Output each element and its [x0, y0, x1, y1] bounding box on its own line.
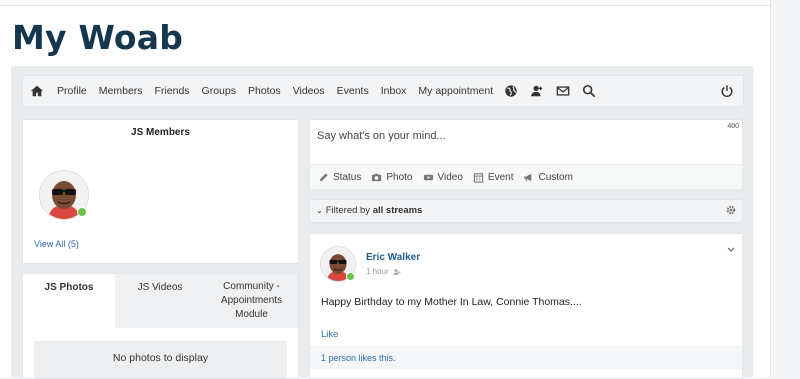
mail-icon[interactable] — [555, 83, 571, 99]
power-icon[interactable] — [719, 83, 735, 99]
like-button[interactable]: Like — [321, 329, 338, 340]
user-add-icon[interactable] — [529, 83, 545, 99]
status-composer: Say what's on your mind... 400 Status Ph… — [309, 119, 743, 189]
camera-icon — [372, 173, 382, 181]
likes-count-link[interactable]: 1 person likes this. — [321, 353, 396, 363]
composer-actions: Status Photo Video Event Custom — [310, 164, 742, 189]
nav-friends[interactable]: Friends — [155, 85, 190, 97]
view-all-members-link[interactable]: View All (5) — [34, 239, 79, 249]
likes-summary: 1 person likes this. — [310, 346, 742, 369]
media-tabs-module: JS Photos JS Videos Community - Appointm… — [22, 273, 299, 379]
members-title: JS Members — [131, 127, 190, 138]
nav-members[interactable]: Members — [99, 85, 143, 97]
member-avatar[interactable] — [39, 170, 89, 220]
char-counter: 400 — [727, 123, 739, 130]
online-indicator — [77, 207, 87, 217]
custom-tab-label: Custom — [538, 171, 573, 183]
post-time: 1 hour — [366, 267, 389, 276]
online-indicator — [346, 272, 355, 281]
post-author-name[interactable]: Eric Walker — [366, 252, 420, 263]
privacy-icon — [393, 268, 401, 275]
video-tab[interactable]: Video — [423, 172, 463, 183]
pencil-icon — [319, 172, 328, 181]
status-tab[interactable]: Status — [318, 172, 361, 183]
filter-toggle[interactable]: ⌄ Filtered by all streams — [316, 205, 422, 216]
gear-icon[interactable] — [725, 204, 737, 216]
filter-value: all streams — [372, 205, 423, 216]
tab-js-photos[interactable]: JS Photos — [23, 274, 115, 328]
top-border — [0, 0, 770, 6]
nav-inbox[interactable]: Inbox — [381, 85, 407, 97]
nav-profile[interactable]: Profile — [57, 85, 87, 97]
post-timestamp: 1 hour — [366, 267, 401, 276]
page: My Woab Profile Members Friends Groups P… — [0, 0, 771, 379]
tab-js-videos[interactable]: JS Videos — [115, 274, 205, 328]
chevron-down-icon: ⌄ — [316, 206, 323, 215]
tab-appointments-module[interactable]: Community - Appointments Module — [205, 274, 298, 328]
status-input[interactable]: Say what's on your mind... — [317, 130, 446, 142]
empty-photos-message: No photos to display — [34, 341, 287, 378]
nav-groups[interactable]: Groups — [202, 85, 236, 97]
globe-icon[interactable] — [503, 83, 519, 99]
nav-my-appointment[interactable]: My appointment — [418, 85, 493, 97]
nav-photos[interactable]: Photos — [248, 85, 281, 97]
photo-tab[interactable]: Photo — [371, 171, 413, 183]
stream-post: Eric Walker 1 hour Happy Birthday to my … — [309, 233, 743, 379]
event-tab-label: Event — [487, 171, 514, 183]
photo-tab-label: Photo — [386, 171, 413, 183]
event-tab[interactable]: Event — [473, 171, 514, 183]
site-title[interactable]: My Woab — [12, 18, 183, 57]
search-icon[interactable] — [581, 83, 597, 99]
post-author-avatar[interactable] — [320, 246, 356, 282]
calendar-icon — [473, 172, 484, 183]
post-options-chevron-icon[interactable] — [726, 244, 736, 254]
community-wrapper: Profile Members Friends Groups Photos Vi… — [11, 66, 753, 379]
navbar: Profile Members Friends Groups Photos Vi… — [22, 75, 744, 107]
filter-prefix: Filtered by — [325, 205, 373, 216]
nav-videos[interactable]: Videos — [293, 85, 325, 97]
status-tab-label: Status — [333, 171, 362, 183]
post-content: Happy Birthday to my Mother In Law, Conn… — [321, 296, 582, 308]
video-icon — [423, 174, 433, 180]
members-module: JS Members View All (5) — [22, 119, 299, 264]
megaphone-icon — [524, 173, 532, 181]
custom-tab[interactable]: Custom — [523, 171, 573, 183]
stream-filter: ⌄ Filtered by all streams — [309, 199, 743, 223]
video-tab-label: Video — [437, 171, 463, 183]
home-icon[interactable] — [29, 83, 45, 99]
nav-events[interactable]: Events — [337, 85, 369, 97]
